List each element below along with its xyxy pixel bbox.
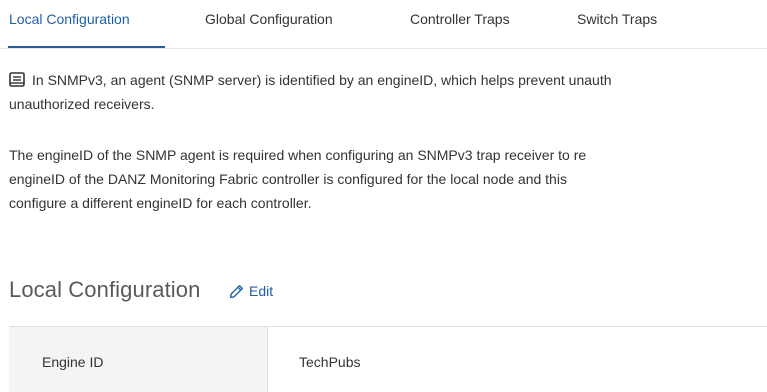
section-title: Local Configuration bbox=[9, 277, 201, 302]
tab-global-configuration[interactable]: Global Configuration bbox=[205, 11, 333, 27]
active-tab-indicator bbox=[8, 46, 165, 48]
edit-button[interactable]: Edit bbox=[229, 282, 273, 300]
edit-label: Edit bbox=[249, 283, 274, 299]
config-table: Engine ID TechPubs bbox=[9, 326, 767, 392]
tab-bar: Local Configuration Global Configuration… bbox=[0, 0, 767, 49]
engine-id-label: Engine ID bbox=[42, 354, 104, 370]
note-text-line: engineID of the DANZ Monitoring Fabric c… bbox=[9, 171, 567, 187]
tab-local-configuration[interactable]: Local Configuration bbox=[9, 11, 130, 27]
note-text-line: The engineID of the SNMP agent is requir… bbox=[9, 147, 587, 163]
table-row-value-cell: TechPubs bbox=[268, 327, 767, 392]
table-row-label-cell: Engine ID bbox=[9, 327, 268, 392]
pencil-icon bbox=[229, 284, 244, 298]
tab-controller-traps[interactable]: Controller Traps bbox=[410, 11, 510, 27]
note-text-line: unauthorized receivers. bbox=[9, 96, 155, 112]
engine-id-value: TechPubs bbox=[299, 354, 361, 370]
note-icon bbox=[9, 72, 25, 88]
tab-switch-traps[interactable]: Switch Traps bbox=[577, 11, 657, 27]
note-text-line: configure a different engineID for each … bbox=[9, 195, 312, 211]
note-text-line: In SNMPv3, an agent (SNMP server) is ide… bbox=[32, 72, 612, 88]
